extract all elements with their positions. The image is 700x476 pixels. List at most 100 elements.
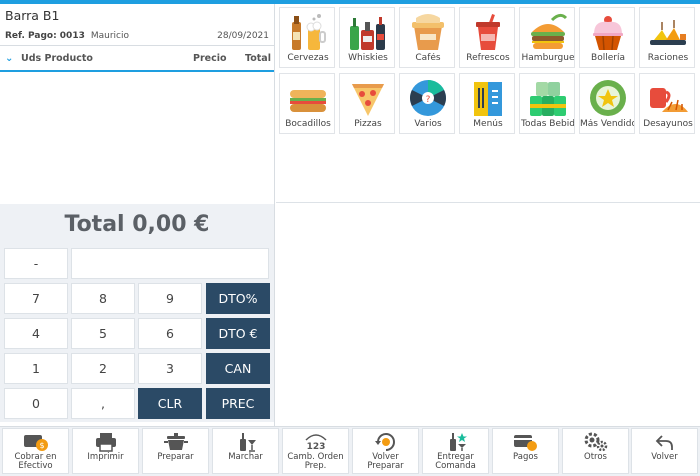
key-7[interactable]: 7 [4,283,68,314]
price-button[interactable]: PREC [206,388,270,419]
cash-icon: $ [23,431,49,453]
category-label: Pizzas [354,119,382,129]
key-8[interactable]: 8 [71,283,135,314]
ticket-title: Barra B1 [5,8,60,23]
key-4[interactable]: 4 [4,318,68,349]
order-123-icon: 123 [303,431,329,453]
others-button[interactable]: Otros [562,428,629,474]
discount-percent-button[interactable]: DTO% [206,283,270,314]
change-prep-order-button[interactable]: 123 Camb. Orden Prep. [282,428,349,474]
star-badge-icon [580,76,634,120]
cheese-plate-icon [640,10,694,54]
category-label: Bollería [591,53,625,63]
key-1[interactable]: 1 [4,353,68,384]
button-label: Pagos [513,452,538,462]
cans-icon [520,76,574,120]
key-minus[interactable]: - [4,248,68,279]
undo-arrow-icon [654,431,676,453]
cash-payment-button[interactable]: $ Cobrar en Efectivo [2,428,69,474]
category-label: Menús [473,119,503,129]
pizza-icon [340,76,394,120]
button-label: Entregar Comanda [435,452,476,471]
breakfast-icon [640,76,694,120]
whisky-bottles-icon [340,10,394,54]
category-label: Whiskies [348,53,388,63]
category-bocadillos[interactable]: Bocadillos [279,73,335,134]
svg-text:$: $ [39,441,44,450]
menu-icon [460,76,514,120]
button-label: Camb. Orden Prep. [287,452,344,471]
category-todas-bebidas[interactable]: Todas Bebid [519,73,575,134]
category-label: Todas Bebid [521,119,575,129]
quantity-button[interactable]: CAN [206,353,270,384]
category-varios[interactable]: ? Varios [399,73,455,134]
button-label: Cobrar en Efectivo [14,452,57,471]
category-hamburguesas[interactable]: Hamburgue [519,7,575,68]
prepare-button[interactable]: Preparar [142,428,209,474]
back-button[interactable]: Volver [631,428,698,474]
re-prepare-button[interactable]: Volver Preparar [352,428,419,474]
category-label: Desayunos [643,119,693,129]
category-raciones[interactable]: Raciones [639,7,695,68]
clear-button[interactable]: CLR [138,388,202,419]
category-label: Varios [414,119,442,129]
soda-cup-icon [460,10,514,54]
cupcake-icon [580,10,634,54]
svg-text:?: ? [426,95,431,105]
hamburger-icon [520,10,574,54]
column-total: Total [245,52,271,64]
key-0[interactable]: 0 [4,388,68,419]
category-pizzas[interactable]: Pizzas [339,73,395,134]
category-label: Bocadillos [285,119,331,129]
total-and-keypad: Total 0,00 € - 7 8 9 DTO% 4 5 6 DTO € 1 … [0,204,274,422]
ticket-lines-list[interactable] [0,72,274,206]
category-cafes[interactable]: Cafés [399,7,455,68]
ticket-date: 28/09/2021 [217,31,269,41]
category-label: Hamburgue [521,53,575,63]
key-9[interactable]: 9 [138,283,202,314]
key-3[interactable]: 3 [138,353,202,384]
keypad-display [71,248,269,279]
svg-text:123: 123 [306,442,325,452]
chevron-down-icon[interactable]: ⌄ [5,53,21,64]
category-label: Refrescos [466,53,510,63]
key-5[interactable]: 5 [71,318,135,349]
category-menus[interactable]: Menús [459,73,515,134]
ticket-total: Total 0,00 € [64,211,210,237]
cooking-pot-icon [163,431,188,453]
category-cervezas[interactable]: Cervezas [279,7,335,68]
bottle-star-icon [444,431,468,453]
user-name: Mauricio [90,31,129,41]
wheel-icon: ? [400,76,454,120]
button-label: Volver Preparar [367,452,404,471]
march-button[interactable]: Marchar [212,428,279,474]
category-bolleria[interactable]: Bollería [579,7,635,68]
button-label: Marchar [228,452,263,462]
category-label: Raciones [647,53,689,63]
category-label: Cervezas [287,53,329,63]
ticket-columns-header: ⌄ Uds Producto Precio Total [0,46,274,72]
coffee-cup-icon [400,10,454,54]
category-desayunos[interactable]: Desayunos [639,73,695,134]
key-comma[interactable]: , [71,388,135,419]
discount-euro-button[interactable]: DTO € [206,318,270,349]
category-refrescos[interactable]: Refrescos [459,7,515,68]
column-units-product: Uds Producto [21,52,93,64]
deliver-order-button[interactable]: Entregar Comanda [422,428,489,474]
category-label: Más Vendido [580,119,635,129]
button-label: Imprimir [87,452,124,462]
button-label: Otros [584,452,607,462]
beer-icon [280,10,334,54]
bottle-glass-icon [234,431,258,453]
category-whiskies[interactable]: Whiskies [339,7,395,68]
gears-icon [583,431,609,453]
key-2[interactable]: 2 [71,353,135,384]
payments-button[interactable]: Pagos [492,428,559,474]
ticket-header: Barra B1 Ref. Pago: 0013 Mauricio 28/09/… [0,4,274,46]
payment-ref: Ref. Pago: 0013 [5,31,85,41]
category-mas-vendidos[interactable]: Más Vendido [579,73,635,134]
button-label: Preparar [157,452,194,462]
printer-icon [94,431,118,453]
key-6[interactable]: 6 [138,318,202,349]
print-button[interactable]: Imprimir [72,428,139,474]
